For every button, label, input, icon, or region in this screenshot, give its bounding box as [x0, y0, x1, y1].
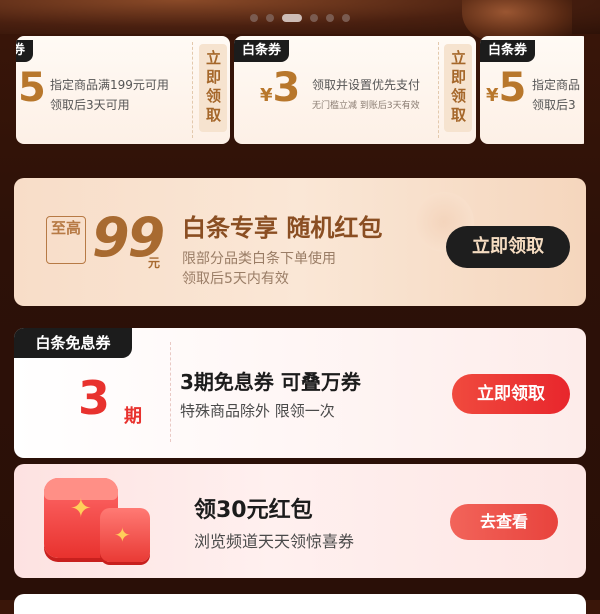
- coupon-tag: 白条免息券: [14, 328, 132, 358]
- coupon-condition: 指定商品满199元可用: [50, 78, 169, 92]
- card-title: 白条专享 随机红包: [182, 214, 383, 242]
- card-title: 3期免息券 可叠万券: [180, 370, 361, 394]
- card-title: 领30元红包: [194, 498, 313, 523]
- carousel-indicator: [250, 14, 350, 22]
- interest-free-card[interactable]: 白条免息券 3 期 3期免息券 可叠万券 特殊商品除外 限领一次 立即领取: [14, 328, 586, 458]
- card-desc: 浏览频道天天领惊喜券: [194, 532, 355, 551]
- coupon-amount: 5: [18, 65, 46, 111]
- carousel-dot[interactable]: [266, 14, 274, 22]
- star-icon: ✦: [114, 523, 131, 547]
- coupon-validity: 无门槛立减 到账后3天有效: [312, 101, 420, 111]
- coupon-card[interactable]: 白条券 ¥5 指定商品 领取后3: [480, 36, 584, 144]
- coupon-tag: 券: [16, 40, 34, 62]
- next-card: [14, 594, 586, 614]
- star-icon: ✦: [70, 494, 92, 524]
- claim-button[interactable]: 立即领取: [452, 374, 570, 414]
- claim-button[interactable]: 立即领取: [446, 226, 570, 268]
- claim-button[interactable]: 立即领取: [444, 44, 472, 132]
- carousel-dot-active[interactable]: [282, 14, 302, 22]
- random-redpacket-card[interactable]: 至高 99 元 白条专享 随机红包 限部分品类白条下单使用 领取后5天内有效 立…: [14, 178, 586, 306]
- card-desc: 限部分品类白条下单使用: [182, 251, 336, 267]
- coupon-tag: 白条券: [234, 40, 290, 62]
- coupon-validity: 领取后3天可用: [50, 98, 130, 112]
- view-button[interactable]: 去查看: [450, 504, 558, 540]
- max-unit: 元: [148, 256, 161, 270]
- card-desc: 特殊商品除外 限领一次: [180, 402, 335, 420]
- coupon-amount: ¥3: [260, 65, 301, 111]
- period-number: 3: [78, 371, 111, 425]
- card-validity: 领取后5天内有效: [182, 271, 289, 287]
- coupon-validity: 领取后3: [532, 98, 576, 112]
- banner-image: [462, 0, 572, 40]
- claim-button[interactable]: 立即领取: [199, 44, 227, 132]
- carousel-dot[interactable]: [342, 14, 350, 22]
- coupon-tag: 白条券: [480, 40, 536, 62]
- carousel-dot[interactable]: [326, 14, 334, 22]
- max-label: 至高: [46, 216, 86, 264]
- coupon-strip[interactable]: 券 5 指定商品满199元可用 领取后3天可用 立即领取 白条券 ¥3 领取并设…: [16, 36, 584, 148]
- coupon-amount: ¥5: [486, 65, 527, 111]
- period-unit: 期: [124, 406, 142, 427]
- coupon-condition: 指定商品: [532, 78, 581, 92]
- redpacket-browse-card[interactable]: ✦ ✦ 领30元红包 浏览频道天天领惊喜券 去查看: [14, 464, 586, 578]
- coupon-card[interactable]: 券 5 指定商品满199元可用 领取后3天可用 立即领取: [16, 36, 230, 144]
- coupon-card[interactable]: 白条券 ¥3 领取并设置优先支付 无门槛立减 到账后3天有效 立即领取: [234, 36, 476, 144]
- carousel-dot[interactable]: [310, 14, 318, 22]
- coupon-divider: [438, 42, 440, 138]
- divider: [170, 342, 172, 442]
- carousel-dot[interactable]: [250, 14, 258, 22]
- coupon-condition: 领取并设置优先支付: [312, 78, 421, 92]
- coupon-divider: [192, 42, 194, 138]
